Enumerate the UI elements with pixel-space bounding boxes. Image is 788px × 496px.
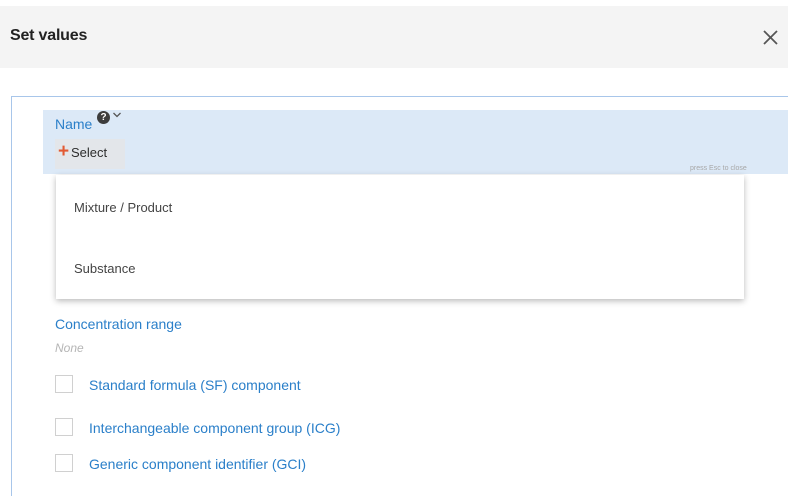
dropdown-option-mixture-product[interactable]: Mixture / Product [56, 183, 744, 231]
gci-checkbox[interactable] [55, 454, 73, 472]
select-label: Select [71, 145, 108, 160]
chevron-down-icon[interactable] [112, 110, 122, 120]
name-label: Name [55, 116, 93, 132]
name-field-row [43, 110, 788, 174]
select-button[interactable]: + Select [55, 139, 125, 169]
sf-component-label[interactable]: Standard formula (SF) component [89, 377, 301, 393]
concentration-range-label: Concentration range [55, 316, 182, 332]
name-dropdown-menu: Mixture / Product Substance [56, 175, 744, 299]
dialog-title: Set values [10, 27, 88, 44]
close-icon[interactable] [760, 25, 782, 49]
esc-hint: press Esc to close [690, 165, 747, 172]
sf-component-checkbox[interactable] [55, 375, 73, 393]
icg-checkbox[interactable] [55, 418, 73, 436]
dropdown-option-substance[interactable]: Substance [56, 244, 744, 292]
dropdown-option-label: Substance [74, 261, 136, 276]
help-icon[interactable]: ? [97, 111, 110, 124]
dialog-header: Set values [0, 6, 788, 68]
plus-icon: + [58, 141, 70, 162]
close-button[interactable] [760, 25, 782, 49]
gci-label[interactable]: Generic component identifier (GCI) [89, 456, 306, 472]
dropdown-option-label: Mixture / Product [74, 200, 173, 215]
icg-label[interactable]: Interchangeable component group (ICG) [89, 420, 340, 436]
concentration-range-value: None [55, 341, 84, 355]
